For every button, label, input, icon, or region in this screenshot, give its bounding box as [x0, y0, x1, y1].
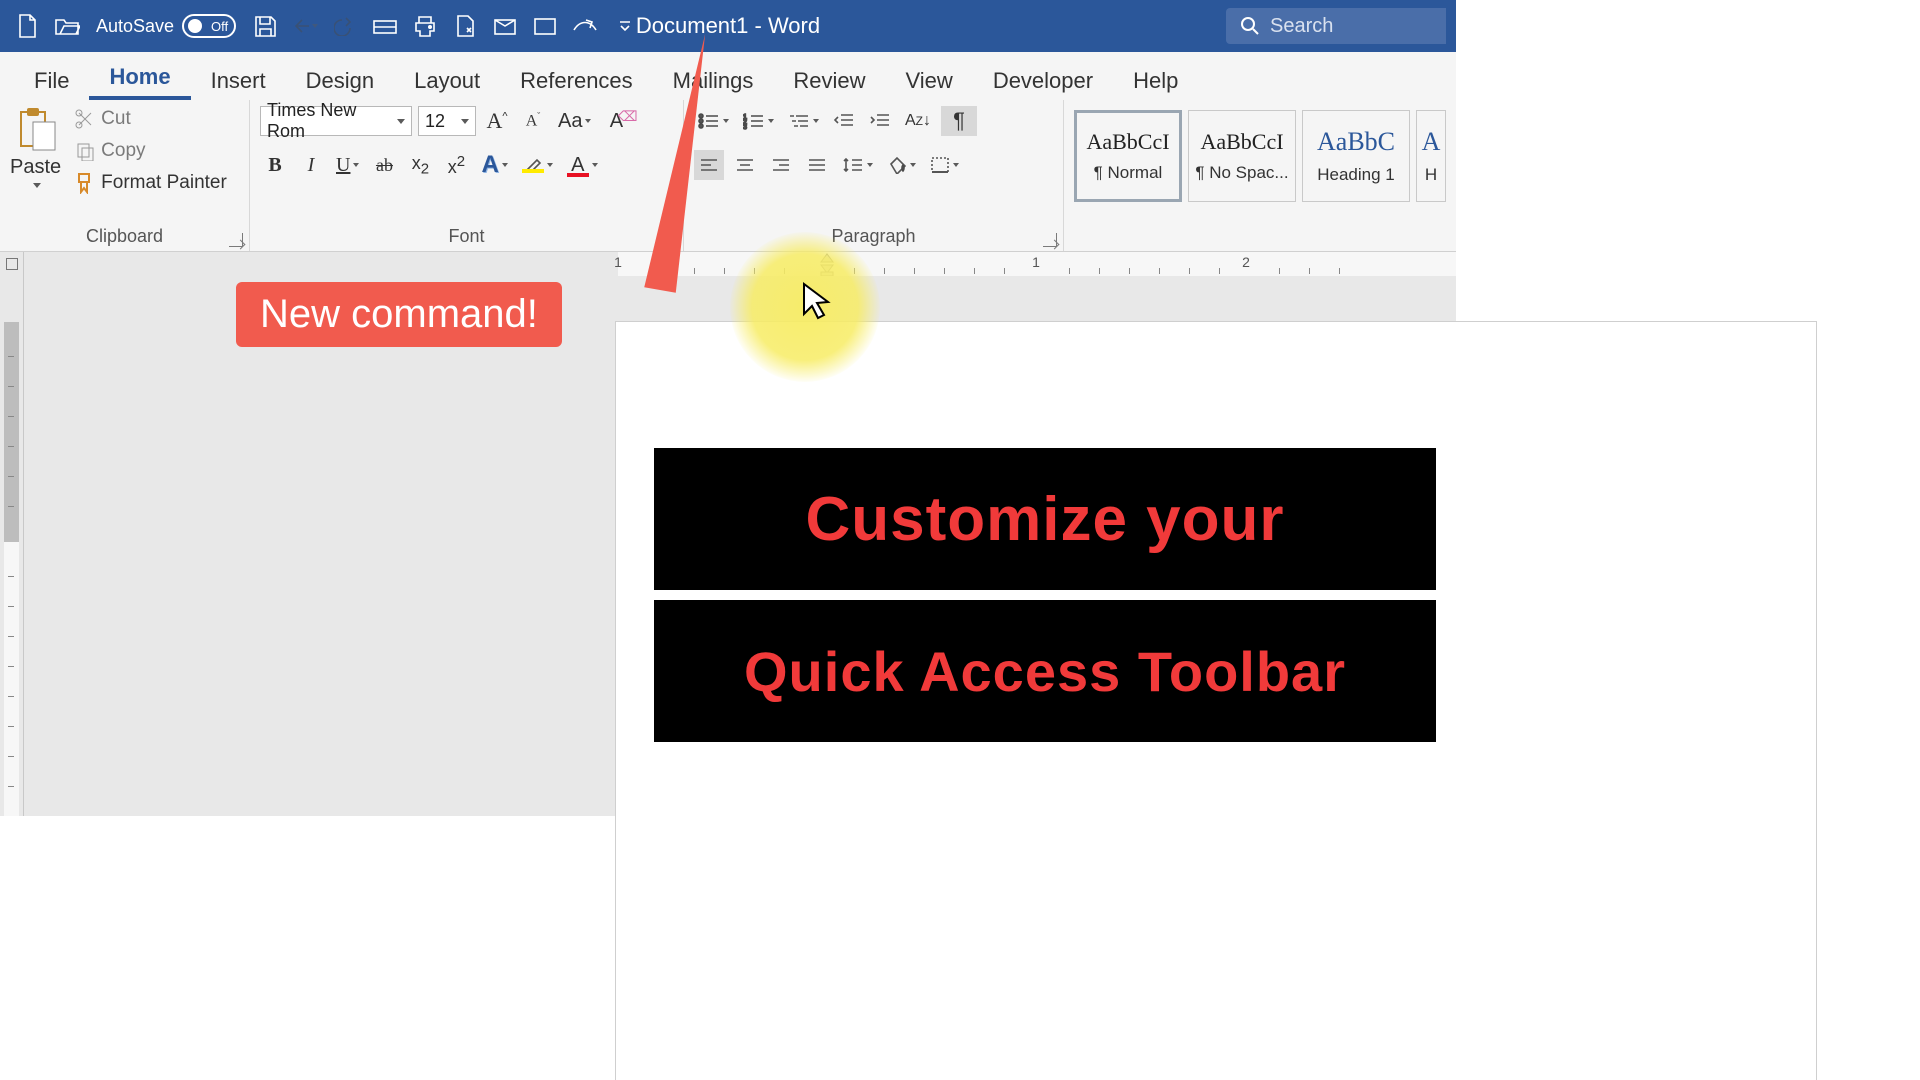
- tab-view[interactable]: View: [886, 60, 973, 100]
- change-case-button[interactable]: Aa: [554, 106, 595, 136]
- banner-line-2: Quick Access Toolbar: [654, 600, 1436, 742]
- document-title: Document1 - Word: [636, 13, 820, 39]
- paintbrush-icon: [75, 172, 95, 194]
- quick-access-toolbar: AutoSave Off: [10, 9, 642, 43]
- underline-button[interactable]: U: [332, 150, 363, 180]
- callout-new-command: New command!: [236, 282, 562, 347]
- tab-references[interactable]: References: [500, 60, 653, 100]
- vertical-ruler[interactable]: [0, 276, 24, 816]
- multilevel-list-button[interactable]: [784, 106, 823, 136]
- document-area: New command! Customize your Quick Access…: [0, 276, 1456, 816]
- tab-file[interactable]: File: [14, 60, 89, 100]
- style-heading-1[interactable]: AaBbC Heading 1: [1302, 110, 1410, 202]
- search-placeholder: Search: [1270, 15, 1333, 38]
- title-bar: AutoSave Off: [0, 0, 1456, 52]
- borders-button[interactable]: [926, 150, 963, 180]
- ribbon: Paste Cut Copy Format Painter Clipboard: [0, 100, 1456, 252]
- tab-selector[interactable]: [0, 252, 24, 276]
- group-label-font: Font: [260, 226, 673, 249]
- text-effects-button[interactable]: A: [477, 150, 511, 180]
- bucket-icon: [887, 156, 907, 174]
- font-color-button[interactable]: A: [563, 150, 602, 180]
- tab-review[interactable]: Review: [773, 60, 885, 100]
- style-heading-2[interactable]: A H: [1416, 110, 1446, 202]
- qat-cmd-2-icon[interactable]: [448, 9, 482, 43]
- search-box[interactable]: Search: [1226, 8, 1446, 44]
- tab-layout[interactable]: Layout: [394, 60, 500, 100]
- group-font: Times New Rom 12 A^ Aˇ Aa A⌫ B I U ab x2…: [250, 100, 684, 251]
- new-doc-icon[interactable]: [10, 9, 44, 43]
- tab-insert[interactable]: Insert: [191, 60, 286, 100]
- superscript-button[interactable]: x2: [441, 150, 471, 180]
- align-right-button[interactable]: [766, 150, 796, 180]
- document-canvas[interactable]: New command! Customize your Quick Access…: [24, 276, 1456, 816]
- search-icon: [1240, 16, 1260, 36]
- tab-developer[interactable]: Developer: [973, 60, 1113, 100]
- strikethrough-button[interactable]: ab: [369, 150, 399, 180]
- paste-label: Paste: [10, 156, 61, 179]
- qat-cmd-4-icon[interactable]: [528, 9, 562, 43]
- ribbon-tabs: File Home Insert Design Layout Reference…: [0, 52, 1456, 100]
- clipboard-dialog-launcher[interactable]: [229, 233, 243, 247]
- tab-home[interactable]: Home: [89, 56, 190, 100]
- paste-icon: [13, 106, 59, 152]
- sort-button[interactable]: AZ↓: [901, 106, 935, 136]
- mouse-cursor-icon: [800, 282, 836, 324]
- subscript-button[interactable]: x2: [405, 150, 435, 180]
- italic-button[interactable]: I: [296, 150, 326, 180]
- qat-cmd-1-icon[interactable]: [368, 9, 402, 43]
- format-painter-button[interactable]: Format Painter: [75, 172, 227, 194]
- style-normal[interactable]: AaBbCcI ¶ Normal: [1074, 110, 1182, 202]
- group-label-paragraph: Paragraph: [694, 226, 1053, 249]
- open-icon[interactable]: [50, 9, 84, 43]
- undo-icon[interactable]: [288, 11, 322, 41]
- qat-cmd-3-icon[interactable]: [488, 9, 522, 43]
- paragraph-dialog-launcher[interactable]: [1043, 233, 1057, 247]
- copy-icon: [75, 141, 95, 161]
- paste-button[interactable]: Paste: [10, 106, 67, 188]
- justify-button[interactable]: [802, 150, 832, 180]
- group-paragraph: 123 AZ↓ ¶ Paragraph: [684, 100, 1064, 251]
- line-spacing-button[interactable]: [838, 150, 877, 180]
- save-icon[interactable]: [248, 9, 282, 43]
- tab-help[interactable]: Help: [1113, 60, 1198, 100]
- show-hide-marks-button[interactable]: ¶: [941, 106, 977, 136]
- shading-button[interactable]: [883, 150, 920, 180]
- bold-button[interactable]: B: [260, 150, 290, 180]
- group-clipboard: Paste Cut Copy Format Painter Clipboard: [0, 100, 250, 251]
- autosave-state: Off: [211, 19, 228, 34]
- scissors-icon: [75, 109, 95, 129]
- redo-icon[interactable]: [328, 11, 362, 41]
- autosave-label: AutoSave: [96, 16, 174, 37]
- clear-formatting-button[interactable]: A⌫: [601, 106, 631, 136]
- autosave-toggle[interactable]: AutoSave Off: [96, 14, 236, 38]
- increase-indent-button[interactable]: [865, 106, 895, 136]
- banner-line-1: Customize your: [654, 448, 1436, 590]
- group-styles: AaBbCcI ¶ Normal AaBbCcI ¶ No Spac... Aa…: [1064, 100, 1456, 251]
- highlight-button[interactable]: [518, 150, 557, 180]
- cut-button[interactable]: Cut: [75, 108, 227, 130]
- grow-font-button[interactable]: A^: [482, 106, 512, 136]
- svg-text:3: 3: [743, 124, 747, 130]
- tab-design[interactable]: Design: [286, 60, 394, 100]
- qat-cmd-5-icon[interactable]: [568, 9, 602, 43]
- align-center-button[interactable]: [730, 150, 760, 180]
- quick-print-icon[interactable]: [408, 9, 442, 43]
- font-size-combo[interactable]: 12: [418, 106, 476, 136]
- style-no-spacing[interactable]: AaBbCcI ¶ No Spac...: [1188, 110, 1296, 202]
- copy-button[interactable]: Copy: [75, 140, 227, 162]
- numbering-button[interactable]: 123: [739, 106, 778, 136]
- font-name-combo[interactable]: Times New Rom: [260, 106, 412, 136]
- horizontal-ruler-row: 1 1 2: [0, 252, 1456, 276]
- decrease-indent-button[interactable]: [829, 106, 859, 136]
- group-label-clipboard: Clipboard: [10, 226, 239, 249]
- shrink-font-button[interactable]: Aˇ: [518, 106, 548, 136]
